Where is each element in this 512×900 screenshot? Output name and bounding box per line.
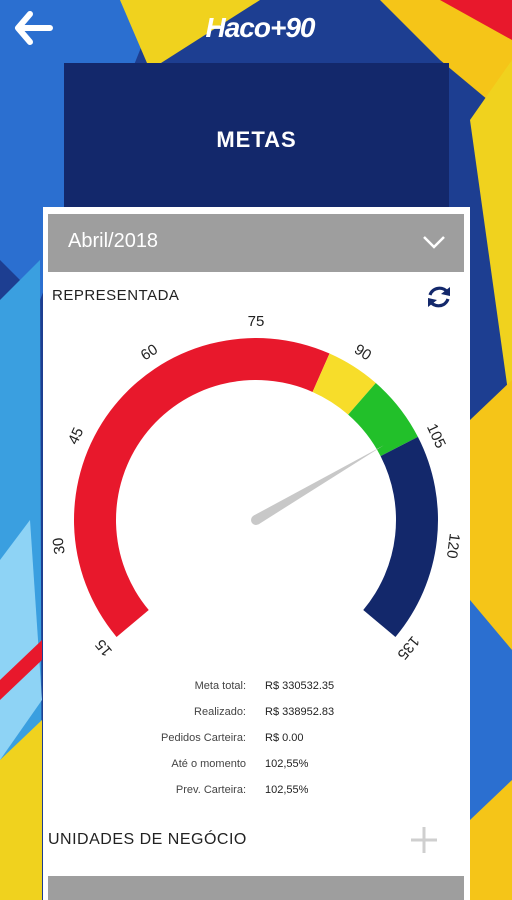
stat-row: Pedidos Carteira: R$ 0.00 — [48, 732, 464, 752]
header-card: METAS — [64, 63, 449, 223]
stat-label: Realizado: — [194, 706, 246, 718]
section-title: REPRESENTADA — [52, 287, 180, 304]
chevron-down-icon — [423, 236, 445, 249]
month-selector[interactable]: Abril/2018 — [48, 214, 464, 272]
gauge-tick-label: 60 — [138, 341, 161, 364]
app-logo: Haco+90 — [205, 12, 316, 43]
gauge-tick-label: 45 — [65, 425, 87, 447]
stat-value: R$ 338952.83 — [265, 706, 335, 718]
gauge-tick-label: 90 — [351, 341, 374, 364]
page-title: METAS — [216, 127, 297, 152]
gauge-tick-label: 30 — [50, 537, 69, 556]
next-selector-bar[interactable] — [48, 876, 464, 900]
business-units-title: UNIDADES DE NEGÓCIO — [48, 831, 247, 848]
refresh-icon[interactable] — [424, 282, 454, 312]
stat-label: Prev. Carteira: — [175, 784, 246, 796]
gauge-needle-hub — [251, 515, 261, 525]
back-arrow-icon[interactable] — [10, 8, 54, 48]
stat-value: R$ 0.00 — [265, 732, 304, 744]
stat-row: Realizado: R$ 338952.83 — [48, 706, 464, 726]
stat-label: Pedidos Carteira: — [161, 732, 246, 744]
gauge-tick-label: 105 — [423, 421, 449, 451]
stat-value: 102,55% — [265, 758, 309, 770]
gauge-band-blue — [363, 436, 439, 637]
gauge-tick-label: 120 — [443, 532, 463, 559]
gauge-band-red — [73, 338, 330, 637]
stat-value: 102,55% — [265, 784, 309, 796]
stat-value: R$ 330532.35 — [265, 680, 335, 692]
gauge-needle — [253, 445, 384, 525]
gauge-tick-label: 75 — [248, 315, 265, 330]
stat-label: Até o momento — [171, 758, 246, 770]
stat-row: Meta total: R$ 330532.35 — [48, 680, 464, 700]
gauge-chart: 15 30 45 60 75 90 105 120 135 — [50, 315, 463, 663]
top-bar: Haco+90 — [0, 0, 512, 60]
plus-icon[interactable] — [408, 824, 440, 856]
gauge-tick-label: 15 — [92, 636, 116, 660]
stat-row: Prev. Carteira: 102,55% — [48, 784, 464, 804]
month-selector-value: Abril/2018 — [68, 230, 159, 252]
gauge-tick-label: 135 — [394, 633, 423, 663]
stat-row: Até o momento 102,55% — [48, 758, 464, 778]
stat-label: Meta total: — [194, 680, 246, 692]
